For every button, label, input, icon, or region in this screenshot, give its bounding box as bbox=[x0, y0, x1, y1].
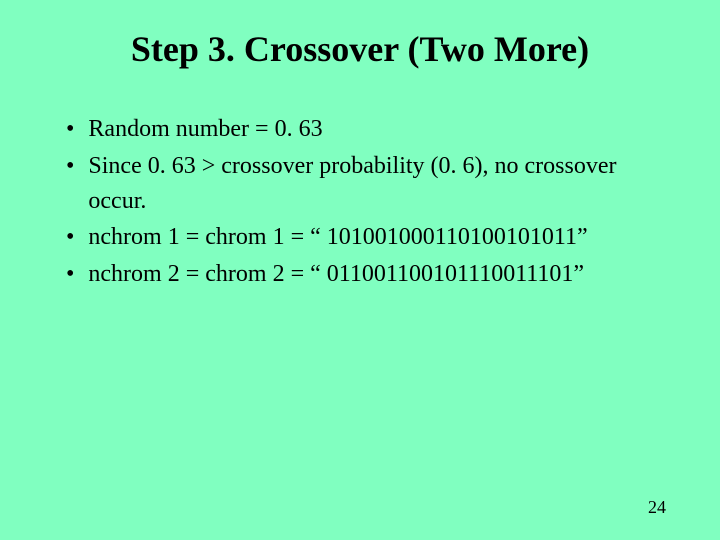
list-item: • Since 0. 63 > crossover probability (0… bbox=[66, 149, 672, 219]
bullet-text: Since 0. 63 > crossover probability (0. … bbox=[88, 149, 672, 219]
bullet-text: nchrom 1 = chrom 1 = “ 10100100011010010… bbox=[88, 220, 672, 255]
bullet-icon: • bbox=[66, 112, 74, 147]
bullet-text: Random number = 0. 63 bbox=[88, 112, 672, 147]
list-item: • nchrom 1 = chrom 1 = “ 101001000110100… bbox=[66, 220, 672, 255]
bullet-icon: • bbox=[66, 220, 74, 255]
list-item: • nchrom 2 = chrom 2 = “ 011001100101110… bbox=[66, 257, 672, 292]
list-item: • Random number = 0. 63 bbox=[66, 112, 672, 147]
bullet-text: nchrom 2 = chrom 2 = “ 01100110010111001… bbox=[88, 257, 672, 292]
slide-title: Step 3. Crossover (Two More) bbox=[48, 28, 672, 70]
bullet-icon: • bbox=[66, 149, 74, 184]
page-number: 24 bbox=[648, 497, 666, 518]
slide: Step 3. Crossover (Two More) • Random nu… bbox=[0, 0, 720, 540]
content-area: • Random number = 0. 63 • Since 0. 63 > … bbox=[66, 112, 672, 292]
bullet-icon: • bbox=[66, 257, 74, 292]
